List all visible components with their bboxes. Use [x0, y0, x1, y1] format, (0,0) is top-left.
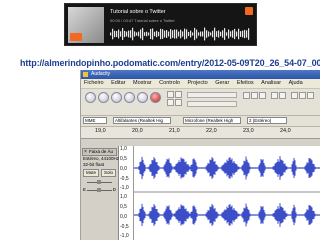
menu-ajuda[interactable]: Ajuda: [289, 80, 303, 86]
track-bitdepth: 32-bit float: [83, 162, 105, 167]
ruler-tick: 22,0: [206, 128, 217, 134]
pause-button[interactable]: [85, 92, 96, 103]
track-control-panel: × Faixa de Áu Estéreo, 44100Hz 32-bit fl…: [81, 146, 119, 240]
channel-separator: [134, 191, 320, 193]
scale-label: 0,0: [120, 166, 127, 172]
menu-projecto[interactable]: Projecto: [188, 80, 208, 86]
player-subtitle: 00:00 / 03:47 Tutorial sobre o Twitter: [110, 18, 175, 23]
device-toolbar: MME Altifalantes (Realtek Hig Microfone …: [81, 116, 320, 127]
window-titlebar: Audacity: [81, 70, 320, 79]
skip-start-button[interactable]: [124, 92, 135, 103]
waveform-right-channel: [134, 203, 320, 227]
close-icon[interactable]: ×: [84, 149, 87, 155]
solo-button[interactable]: Solo: [101, 169, 117, 177]
transport-toolbar: [81, 89, 320, 116]
menu-editar[interactable]: Editar: [111, 80, 125, 86]
gain-slider[interactable]: [83, 179, 116, 185]
player-waveform[interactable]: [110, 26, 250, 42]
record-button[interactable]: [150, 92, 161, 103]
waveform-left-channel: [134, 156, 320, 180]
scale-label: -1,0: [120, 233, 129, 239]
track-name-menu[interactable]: × Faixa de Áu: [82, 148, 117, 156]
host-select[interactable]: MME: [83, 117, 107, 124]
scale-label: 1,0: [120, 146, 127, 152]
envelope-tool-icon[interactable]: [175, 91, 182, 98]
episode-thumbnail: [68, 7, 104, 43]
stop-button[interactable]: [111, 92, 122, 103]
scale-label: -0,5: [120, 176, 129, 182]
copy-icon[interactable]: [251, 92, 258, 99]
scale-label: 0,5: [120, 156, 127, 162]
menu-gerar[interactable]: Gerar: [215, 80, 229, 86]
scale-label: -1,0: [120, 185, 129, 191]
timeline-ruler[interactable]: 19,0 20,0 21,0 22,0 23,0 24,0: [81, 127, 320, 139]
waveform-area[interactable]: [134, 146, 320, 240]
scale-label: -0,5: [120, 224, 129, 230]
embedded-audio-player[interactable]: Tutorial sobre o Twitter 00:00 / 03:47 T…: [64, 3, 257, 46]
scale-label: 0,0: [120, 214, 127, 220]
menu-efeitos[interactable]: Efeitos: [237, 80, 254, 86]
zoom-tool-icon[interactable]: [167, 99, 174, 106]
zoom-out-icon[interactable]: [299, 92, 306, 99]
audacity-window: Audacity Ficheiro Editar Mostrar Control…: [80, 70, 320, 240]
ruler-tick: 24,0: [280, 128, 291, 134]
pan-right-label: D: [112, 187, 116, 192]
track-name: Faixa de Áu: [89, 149, 114, 154]
playback-meter[interactable]: [187, 92, 237, 98]
zoom-in-icon[interactable]: [291, 92, 298, 99]
skip-end-button[interactable]: [137, 92, 148, 103]
undo-icon[interactable]: [271, 92, 278, 99]
input-device-select[interactable]: Microfone (Realtek High: [183, 117, 241, 124]
play-button[interactable]: [98, 92, 109, 103]
fit-icon[interactable]: [307, 92, 314, 99]
menu-controlo[interactable]: Controlo: [159, 80, 180, 86]
podcast-url-link[interactable]: http://almerindopinho.podomatic.com/entr…: [20, 58, 320, 68]
record-meter[interactable]: [187, 101, 237, 107]
share-icon[interactable]: [245, 7, 253, 15]
cut-icon[interactable]: [243, 92, 250, 99]
menu-ficheiro[interactable]: Ficheiro: [84, 80, 104, 86]
ruler-tick: 19,0: [95, 128, 106, 134]
ruler-tick: 20,0: [132, 128, 143, 134]
timeshift-tool-icon[interactable]: [175, 99, 182, 106]
paste-icon[interactable]: [259, 92, 266, 99]
redo-icon[interactable]: [279, 92, 286, 99]
ruler-tick: 21,0: [169, 128, 180, 134]
amplitude-scale: 1,0 0,5 0,0 -0,5 -1,0 1,0 0,5 0,0 -0,5 -…: [119, 146, 134, 240]
pan-left-label: E: [83, 187, 87, 192]
output-device-select[interactable]: Altifalantes (Realtek Hig: [113, 117, 171, 124]
podomatic-logo-icon: [70, 33, 82, 41]
scale-label: 0,5: [120, 204, 127, 210]
ruler-tick: 23,0: [243, 128, 254, 134]
window-title: Audacity: [91, 71, 111, 77]
mute-button[interactable]: Mute: [83, 169, 100, 177]
pan-slider[interactable]: E D: [83, 187, 116, 193]
menu-mostrar[interactable]: Mostrar: [133, 80, 152, 86]
scale-label: 1,0: [120, 194, 127, 200]
player-title: Tutorial sobre o Twitter: [110, 9, 166, 15]
menu-bar: Ficheiro Editar Mostrar Controlo Project…: [81, 79, 320, 89]
input-channels-select[interactable]: 2 (Estéreo): [247, 117, 287, 124]
menu-analisar[interactable]: Analisar: [261, 80, 281, 86]
audacity-logo-icon: [83, 72, 88, 77]
selection-tool-icon[interactable]: [167, 91, 174, 98]
